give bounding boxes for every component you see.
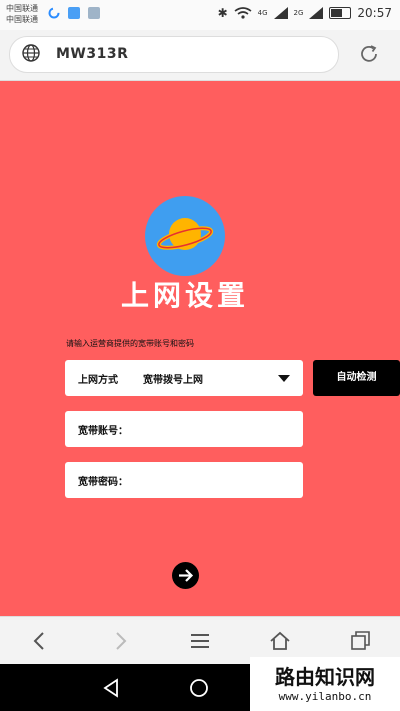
status-bar: 中国联通 中国联通 ✱ 4G 2G 20:57	[0, 0, 400, 30]
menu-icon[interactable]	[188, 629, 212, 653]
forward-icon[interactable]	[108, 629, 132, 653]
app-logo	[145, 196, 225, 276]
status-right: ✱ 4G 2G 20:57	[218, 6, 392, 20]
password-field[interactable]: 宽带密码：	[65, 462, 303, 498]
carrier-label-2: 中国联通	[6, 15, 38, 24]
watermark-url: www.yilanbo.cn	[278, 690, 372, 703]
account-field[interactable]: 宽带账号：	[65, 411, 303, 447]
carrier-label-1: 中国联通	[6, 4, 38, 13]
auto-detect-button[interactable]: 自动检测	[313, 360, 400, 396]
connection-type-select[interactable]: 上网方式 宽带拨号上网	[65, 360, 303, 396]
instruction-text: 请输入运营商提供的宽带账号和密码	[66, 339, 194, 348]
arrow-right-icon	[179, 569, 194, 582]
connection-type-value: 宽带拨号上网	[143, 375, 203, 386]
url-text: MW313R	[56, 46, 129, 62]
home-icon[interactable]	[268, 629, 292, 653]
next-button[interactable]	[172, 562, 199, 589]
loading-icon	[48, 7, 60, 19]
battery-icon	[329, 7, 352, 19]
network-type-2g: 2G	[293, 9, 304, 17]
bluetooth-icon: ✱	[217, 6, 228, 20]
dropdown-arrow-icon	[278, 375, 290, 382]
back-icon[interactable]	[28, 629, 52, 653]
reload-icon[interactable]	[358, 43, 380, 65]
signal-icon-2	[309, 7, 324, 19]
app-notification-icon	[68, 7, 80, 19]
watermark: 路由知识网 www.yilanbo.cn	[250, 657, 400, 711]
watermark-title: 路由知识网	[275, 665, 375, 689]
image-notification-icon	[88, 7, 100, 19]
tabs-icon[interactable]	[348, 629, 372, 653]
system-back-icon[interactable]	[100, 677, 122, 699]
password-label: 宽带密码：	[78, 477, 128, 488]
account-label: 宽带账号：	[78, 426, 128, 437]
system-home-icon[interactable]	[188, 677, 210, 699]
network-type-4g: 4G	[257, 9, 268, 17]
globe-icon	[22, 44, 40, 62]
connection-type-label: 上网方式	[78, 375, 118, 386]
address-bar[interactable]: MW313R	[9, 36, 339, 73]
page-title: 上网设置	[120, 279, 249, 312]
signal-icon-1	[273, 7, 288, 19]
planet-icon	[156, 218, 214, 250]
wifi-icon	[234, 7, 252, 19]
browser-toolbar: MW313R	[0, 30, 400, 81]
clock: 20:57	[357, 6, 392, 20]
